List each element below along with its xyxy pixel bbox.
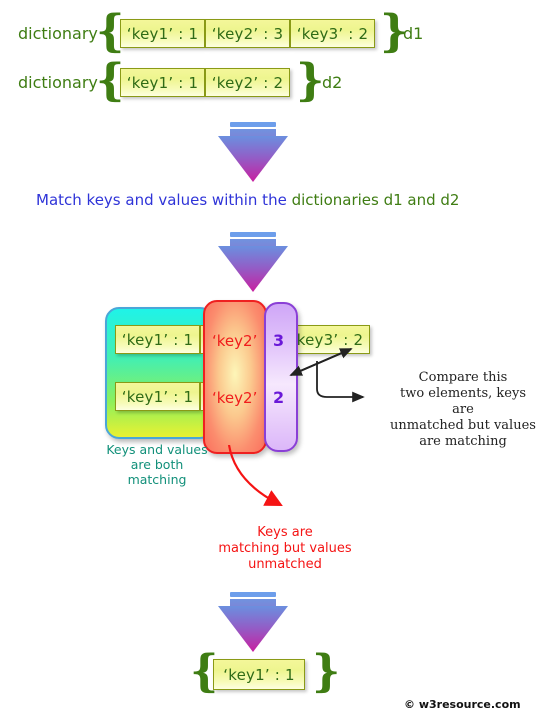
arrow-top-bar-3 — [230, 592, 276, 597]
arrow-second-bar — [230, 129, 276, 136]
dictionary-label-d1: dictionary — [18, 24, 98, 43]
overlay-value-r2: 2 — [273, 388, 285, 407]
compare-note-line-3: are matching — [419, 434, 507, 449]
dict-name-d1: d1 — [403, 24, 424, 43]
overlay-value-r1: 3 — [273, 331, 285, 350]
match-note: Keys and values are both matching — [92, 442, 222, 487]
key-mismatch-line-1: matching but values — [218, 541, 352, 556]
dict-cell-d2-0: ‘key1’ : 1 — [120, 68, 205, 97]
arrow-head-icon — [218, 136, 288, 182]
arrow-second-bar-2 — [230, 239, 276, 246]
highlight-key-mismatch — [203, 300, 267, 454]
key-mismatch-arrow-icon — [227, 445, 283, 507]
key-mismatch-line-0: Keys are — [257, 525, 313, 540]
cmp-key2-label-r1: ‘key2’ — [207, 330, 255, 349]
dict-cell-d1-2: ‘key3’ : 2 — [290, 19, 375, 48]
flow-arrow-3 — [218, 592, 288, 652]
overlay-key2-r2: ‘key2’ — [212, 389, 258, 407]
watermark: © w3resource.com — [404, 698, 521, 711]
dict-cell-d1-0: ‘key1’ : 1 — [120, 19, 205, 48]
dict-name-d2: d2 — [322, 73, 343, 92]
dictionary-label-d2: dictionary — [18, 73, 98, 92]
cmp-cell-r1-key3: ‘key3’ : 2 — [285, 325, 370, 354]
arrow-second-bar-3 — [230, 599, 276, 606]
step-text-part1: Match keys and values within the — [36, 191, 292, 209]
compare-note: Compare this two elements, keys are unma… — [388, 370, 538, 450]
cmp-value-r2: 2 — [265, 387, 278, 406]
result-cell: ‘key1’ : 1 — [213, 659, 305, 690]
compare-note-line-1: two elements, keys are — [400, 386, 526, 417]
match-note-line-2: matching — [127, 472, 187, 487]
key-mismatch-note: Keys are matching but values unmatched — [190, 525, 380, 573]
cmp-key2-label-r2: ‘key2’ — [207, 387, 255, 406]
compare-note-line-2: unmatched but values — [390, 418, 536, 433]
compare-arrows-icon — [289, 348, 365, 403]
compare-note-line-0: Compare this — [418, 370, 508, 385]
step-description: Match keys and values within the diction… — [36, 190, 459, 209]
match-note-line-1: are both — [130, 457, 184, 472]
overlay-key2-r1: ‘key2’ — [212, 332, 258, 350]
cmp-colon-r2: : — [257, 387, 263, 406]
highlight-matching-pair — [105, 307, 214, 439]
dict-cell-d1-1: ‘key2’ : 3 — [205, 19, 290, 48]
cmp-cell-r2-key2: ‘key2’ : 2 — [200, 382, 285, 411]
arrow-top-bar-2 — [230, 232, 276, 237]
flow-arrow-2 — [218, 232, 288, 292]
dict-cell-d2-1: ‘key2’ : 2 — [205, 68, 290, 97]
flow-arrow-1 — [218, 122, 288, 182]
cmp-cell-r2-key1: ‘key1’ : 1 — [115, 382, 200, 411]
cmp-value-r1: 3 — [265, 330, 278, 349]
step-text-part2: dictionaries d1 and d2 — [291, 191, 460, 209]
cmp-cell-r1-key1: ‘key1’ : 1 — [115, 325, 200, 354]
arrow-top-bar — [230, 122, 276, 127]
result-close-brace: } — [312, 646, 341, 697]
key-mismatch-line-2: unmatched — [248, 557, 322, 572]
arrow-head-icon-2 — [218, 246, 288, 292]
close-brace-d2: } — [296, 55, 325, 106]
match-note-line-0: Keys and values — [106, 442, 208, 457]
cmp-cell-r1-key2: ‘key2’ : 3 — [200, 325, 285, 354]
highlight-value-match — [264, 302, 298, 452]
arrow-head-icon-3 — [218, 606, 288, 652]
cmp-colon-r1: : — [257, 330, 263, 349]
